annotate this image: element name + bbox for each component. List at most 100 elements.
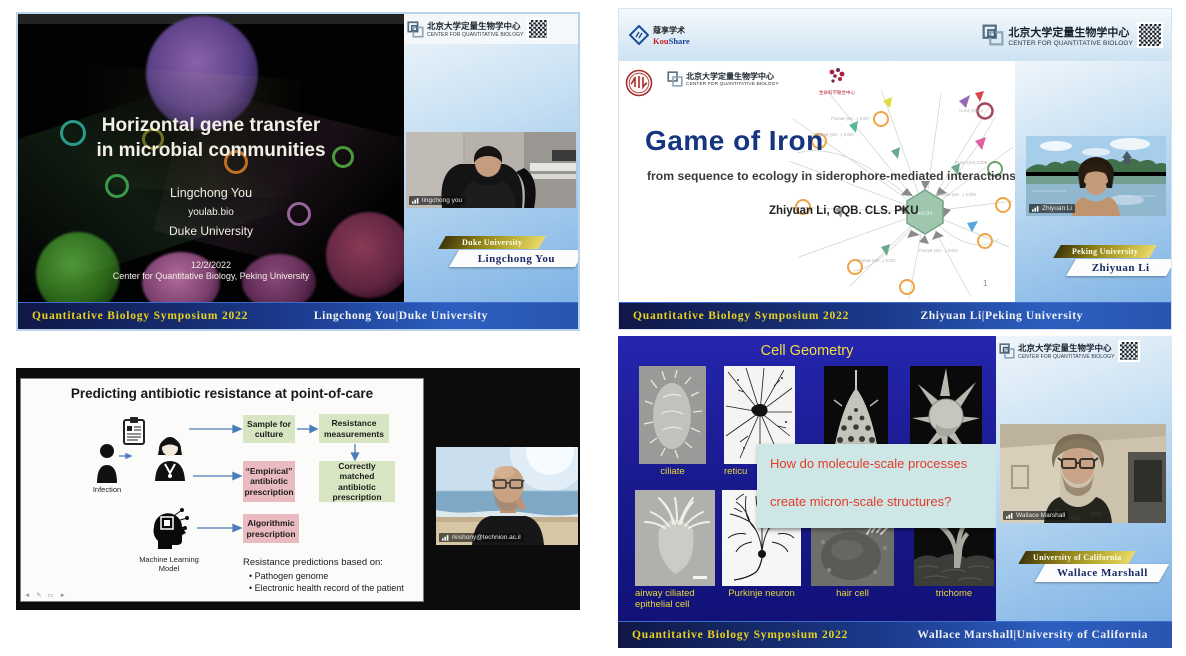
sidebar-lingchong: 北京大学定量生物学中心 CENTER FOR QUANTITATIVE BIOL… <box>404 14 578 306</box>
panel-wallace-marshall: Cell Geometry <box>618 336 1172 648</box>
webcam-video-zhiyuan: Zhiyuan Li <box>1026 136 1166 216</box>
signal-bars-icon <box>1032 205 1040 212</box>
footer-speaker: Zhiyuan Li|Peking University <box>921 310 1083 322</box>
flow-box-sample: Sample for culture <box>243 415 295 443</box>
central-node-label: sid.94 <box>918 211 933 217</box>
slide-game-of-iron: sid.94 Partial-(64-.. <box>619 61 1015 305</box>
cls-logo-text: 生命科学联合中心 <box>815 90 859 96</box>
presenter-toolbar[interactable]: ◄ ✎ ▭ ► <box>24 591 68 599</box>
webcam-name-overlay: Zhiyuan Li <box>1029 204 1075 213</box>
plate-affiliation: University of California <box>1018 551 1136 564</box>
signal-bars-icon <box>442 534 450 541</box>
cell-label-reticulopodia: reticu <box>724 467 758 478</box>
microbe-sphere-top <box>146 16 258 130</box>
cqb-logo-icon <box>667 71 683 87</box>
slide-speaker: Zhiyuan Li, CQB. CLS. PKU <box>769 205 919 217</box>
flow-box-empirical: “Empirical” antibiotic prescription <box>243 461 295 502</box>
webcam-video-rkishony: rkishony@technion.ac.il <box>436 447 578 545</box>
slide-antibiotic-resistance: Predicting antibiotic resistance at poin… <box>20 378 424 602</box>
cqb-name-cn: 北京大学定量生物学中心 <box>427 20 524 32</box>
cell-label-haircell: hair cell <box>811 589 894 600</box>
cqb-name-en: CENTER FOR QUANTITATIVE BIOLOGY <box>1008 40 1133 47</box>
footer-bar: Quantitative Biology Symposium 2022 Zhiy… <box>619 302 1171 329</box>
prediction-bullet: Electronic health record of the patient <box>249 583 404 593</box>
flow-box-matched: Correctly matched antibiotic prescriptio… <box>319 461 395 502</box>
cell-label-airway: airway ciliated epithelial cell <box>635 589 727 611</box>
slide-affiliation: Duke University <box>18 224 404 238</box>
footer-event: Quantitative Biology Symposium 2022 <box>632 629 848 641</box>
slide-website: youlab.bio <box>18 207 404 218</box>
slide-page-number: 1 <box>983 279 987 288</box>
cqb-branding: 北京大学定量生物学中心 CENTER FOR QUANTITATIVE BIOL… <box>404 14 578 44</box>
cls-logo: 生命科学联合中心 <box>815 67 859 96</box>
slide-subtitle: from sequence to ecology in siderophore-… <box>647 169 1015 183</box>
infection-label: Infection <box>81 485 133 494</box>
siderophore-network-figure: sid.94 <box>789 89 1015 301</box>
footer-speaker: Wallace Marshall|University of Californi… <box>917 629 1148 641</box>
plate-affiliation: Peking University <box>1053 245 1157 258</box>
slide-cell-geometry: Cell Geometry <box>618 336 996 622</box>
cell-label-trichome: trichome <box>914 589 994 600</box>
webcam-video-wallace: Wallace Marshall <box>1000 424 1166 523</box>
cqb-name-en: CENTER FOR QUANTITATIVE BIOLOGY <box>1018 354 1115 360</box>
cell-label-purkinje: Purkinje neuron <box>722 589 801 600</box>
koushare-branding: 蔻享学术 KouShare <box>629 25 690 46</box>
ciliate-image <box>639 366 706 464</box>
slide-title: Cell Geometry <box>618 343 996 359</box>
question-overlay-box: How do molecule-scale processes create m… <box>757 444 996 528</box>
slide-title: Game of Iron <box>645 125 824 157</box>
slide-speaker: Lingchong You <box>18 186 404 200</box>
cqb-logo-icon <box>982 24 1004 46</box>
footer-event: Quantitative Biology Symposium 2022 <box>633 310 849 322</box>
footer-event: Quantitative Biology Symposium 2022 <box>32 310 248 322</box>
network-node-label: Partial-(64-..) b301 <box>857 259 896 264</box>
webcam-name-overlay: Wallace Marshall <box>1003 511 1068 520</box>
flow-box-resistance: Resistance measurements <box>319 414 389 443</box>
sidebar-wallace: 北京大学定量生物学中心 CENTER FOR QUANTITATIVE BIOL… <box>996 336 1172 622</box>
airway-epithelial-image <box>635 490 715 586</box>
webcam-name-overlay: rkishony@technion.ac.il <box>439 533 524 542</box>
cqb-name-cn: 北京大学定量生物学中心 <box>1008 24 1133 40</box>
pku-logo-icon <box>625 69 653 97</box>
stream-header: 蔻享学术 KouShare 北京大学定量生物学中心 CENTER FOR QUA… <box>619 9 1172 61</box>
panel-roy-kishony: Predicting antibiotic resistance at poin… <box>16 368 580 610</box>
prediction-bullet: Pathogen genome <box>249 571 328 581</box>
footer-speaker: Lingchong You|Duke University <box>314 310 488 322</box>
cls-logo-icon <box>826 67 848 85</box>
cqb-name-cn: 北京大学定量生物学中心 <box>686 71 779 82</box>
plate-name: Zhiyuan Li <box>1066 259 1172 276</box>
koushare-logo-icon <box>629 25 649 45</box>
qr-code-icon <box>1137 22 1163 48</box>
question-line1: How do molecule-scale processes <box>770 456 967 471</box>
plate-name: Lingchong You <box>449 250 580 267</box>
slide-title-line2: in microbial communities <box>18 139 404 164</box>
cqb-name-en: CENTER FOR QUANTITATIVE BIOLOGY <box>686 82 779 87</box>
cell-label-ciliate: ciliate <box>639 467 706 478</box>
koushare-name-cn: 蔻享学术 <box>653 25 690 36</box>
clipboard-icon <box>123 417 145 445</box>
cqb-branding: 北京大学定量生物学中心 CENTER FOR QUANTITATIVE BIOL… <box>996 336 1172 366</box>
symposium-collage: Horizontal gene transfer in microbial co… <box>0 0 1186 656</box>
slide-title: Horizontal gene transfer in microbial co… <box>18 114 404 163</box>
panel-zhiyuan-li: 蔻享学术 KouShare 北京大学定量生物学中心 CENTER FOR QUA… <box>618 8 1172 330</box>
ml-model-label: Machine Learning Model <box>133 555 205 574</box>
signal-bars-icon <box>1006 512 1014 519</box>
machine-learning-head-icon <box>149 505 189 549</box>
cqb-name-cn: 北京大学定量生物学中心 <box>1018 342 1115 354</box>
signal-bars-icon <box>412 197 420 204</box>
plate-affiliation: Duke University <box>438 236 546 249</box>
slide-date: 12/2/2022 <box>18 260 404 270</box>
network-node-label: Partial-(64-..) b302 <box>919 249 958 254</box>
network-node-label: Partial-(64-..) b305 <box>937 193 976 198</box>
network-node-label: Partial-(64-..) b307 <box>831 117 870 122</box>
webcam-video-lingchong: lingchong you <box>406 132 576 208</box>
qr-code-icon <box>527 18 549 40</box>
question-line2: create micron-scale structures? <box>770 494 951 509</box>
footer-bar: Quantitative Biology Symposium 2022 Wall… <box>618 621 1172 648</box>
cqb-branding: 北京大学定量生物学中心 CENTER FOR QUANTITATIVE BIOL… <box>982 22 1163 48</box>
cqb-branding: 北京大学定量生物学中心 CENTER FOR QUANTITATIVE BIOL… <box>667 71 779 87</box>
cqb-logo-icon <box>407 21 424 38</box>
plate-name: Wallace Marshall <box>1035 564 1169 582</box>
network-node-label: Cont-(3) b3 <box>959 109 983 114</box>
network-node-label: Punc-(94) b306 <box>955 161 987 166</box>
